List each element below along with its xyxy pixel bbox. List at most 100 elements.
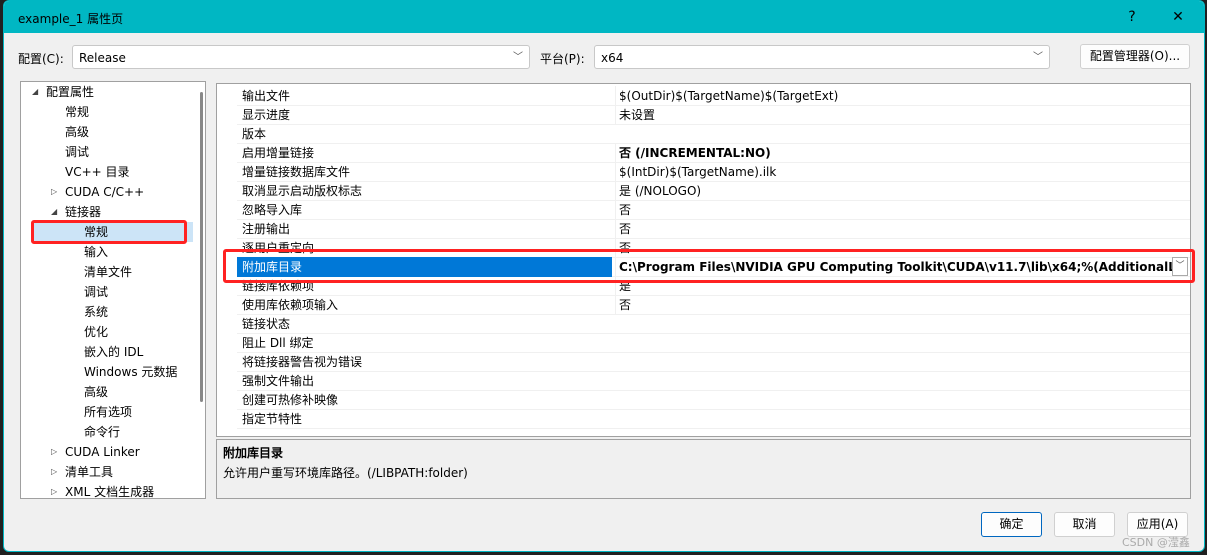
tree-item[interactable]: ◢ 配置属性 [21,82,193,102]
property-value: 是 (/NOLOGO) [615,181,1190,201]
tree-item-label: 高级 [65,125,90,139]
ok-button[interactable]: 确定 [981,512,1042,537]
tree-item-label: 配置属性 [46,85,95,99]
tree-item[interactable]: 调试 [21,142,193,162]
description-text: 允许用户重写环境库路径。(/LIBPATH:folder) [223,466,468,480]
tree-item[interactable]: 所有选项 [21,402,193,422]
tree-item[interactable]: 清单文件 [21,262,193,282]
tree-item[interactable]: 命令行 [21,422,193,442]
property-row[interactable]: 增量链接数据库文件 $(IntDir)$(TargetName).ilk [237,162,1190,182]
property-value: 否 [615,200,1190,220]
property-name: 增量链接数据库文件 [242,165,351,179]
property-name: 指定节特性 [242,412,303,426]
tree-item[interactable]: 输入 [21,242,193,262]
collapsed-arrow-icon[interactable]: ▷ [51,442,57,462]
tree-item-label: CUDA Linker [65,445,140,459]
tree-item[interactable]: ▷ CUDA C/C++ [21,182,193,202]
property-row[interactable]: 显示进度 未设置 [237,105,1190,125]
tree-item[interactable]: 系统 [21,302,193,322]
chevron-down-icon: ﹀ [1033,52,1043,63]
property-name: 启用增量链接 [242,146,315,160]
property-name: 使用库依赖项输入 [242,298,339,312]
tree-item[interactable]: 高级 [21,382,193,402]
tree-item[interactable]: 常规 [21,102,193,122]
property-name: 取消显示启动版权标志 [242,184,363,198]
config-manager-button[interactable]: 配置管理器(O)... [1080,44,1190,69]
property-value: $(OutDir)$(TargetName)$(TargetExt) [615,86,1190,106]
property-row[interactable]: 使用库依赖项输入 否 [237,295,1190,315]
tree-scrollbar[interactable] [200,92,203,402]
property-value: 未设置 [615,105,1190,125]
description-title: 附加库目录 [223,446,284,460]
property-row[interactable]: 强制文件输出 [237,371,1190,391]
property-row[interactable]: 启用增量链接 否 (/INCREMENTAL:NO) [237,143,1190,163]
help-button[interactable]: ? [1110,1,1154,33]
tree-item-label: 调试 [65,145,90,159]
tree-item-label: 调试 [84,285,109,299]
config-label: 配置(C): [18,52,64,66]
property-row[interactable]: 阻止 Dll 绑定 [237,333,1190,353]
tree-item-label: 命令行 [84,425,121,439]
tree-item[interactable]: VC++ 目录 [21,162,193,182]
expanded-arrow-icon[interactable]: ◢ [32,82,38,102]
watermark: CSDN @滢鑫 [1122,536,1190,549]
tree-item[interactable]: ▷ CUDA Linker [21,442,193,462]
tree-item-label: 优化 [84,325,109,339]
property-row[interactable]: 版本 [237,124,1190,144]
expanded-arrow-icon[interactable]: ◢ [51,202,57,222]
property-value: 否 [615,219,1190,239]
property-row[interactable]: 输出文件 $(OutDir)$(TargetName)$(TargetExt) [237,86,1190,106]
tree-item-label: XML 文档生成器 [65,485,155,499]
tree-item[interactable]: Windows 元数据 [21,362,193,382]
tree-item-label: 系统 [84,305,109,319]
property-row[interactable]: 取消显示启动版权标志 是 (/NOLOGO) [237,181,1190,201]
property-row[interactable]: 忽略导入库 否 [237,200,1190,220]
highlight-box [223,249,1195,283]
tree-item[interactable]: ▷ XML 文档生成器 [21,482,193,499]
property-name: 将链接器警告视为错误 [242,355,363,369]
tree-item[interactable]: ◢ 链接器 [21,202,193,222]
tree-item-label: 所有选项 [84,405,133,419]
tree-item[interactable]: 调试 [21,282,193,302]
collapsed-arrow-icon[interactable]: ▷ [51,482,57,498]
window-title: example_1 属性页 [18,12,124,26]
property-name: 输出文件 [242,89,291,103]
tree-item-label: Windows 元数据 [84,365,178,379]
platform-dropdown[interactable]: x64 ﹀ [594,45,1050,69]
property-row[interactable]: 指定节特性 [237,409,1190,429]
property-row[interactable]: 将链接器警告视为错误 [237,352,1190,372]
property-value: $(IntDir)$(TargetName).ilk [615,162,1190,182]
tree-item-label: VC++ 目录 [65,165,130,179]
property-value: 否 [615,295,1190,315]
tree-item[interactable]: 优化 [21,322,193,342]
property-name: 创建可热修补映像 [242,393,339,407]
chevron-down-icon: ﹀ [513,52,523,63]
tree-item-label: 常规 [65,105,90,119]
description-panel: 附加库目录 允许用户重写环境库路径。(/LIBPATH:folder) [216,439,1191,499]
property-name: 注册输出 [242,222,291,236]
property-row[interactable]: 创建可热修补映像 [237,390,1190,410]
close-icon[interactable]: ✕ [1156,1,1200,33]
tree-item[interactable]: 嵌入的 IDL [21,342,193,362]
property-row[interactable]: 链接状态 [237,314,1190,334]
tree-item-label: CUDA C/C++ [65,185,145,199]
tree-item-label: 嵌入的 IDL [84,345,144,359]
cancel-button[interactable]: 取消 [1054,512,1115,537]
tree-item-label: 链接器 [65,205,102,219]
property-name: 版本 [242,127,267,141]
property-name: 忽略导入库 [242,203,303,217]
property-name: 阻止 Dll 绑定 [242,336,314,350]
property-row[interactable]: 注册输出 否 [237,219,1190,239]
tree-item-label: 清单工具 [65,465,114,479]
config-dropdown[interactable]: Release ﹀ [72,45,530,69]
tree-item[interactable]: ▷ 清单工具 [21,462,193,482]
highlight-box [31,220,187,244]
platform-label: 平台(P): [540,52,585,66]
collapsed-arrow-icon[interactable]: ▷ [51,182,57,202]
collapsed-arrow-icon[interactable]: ▷ [51,462,57,482]
property-value: 否 (/INCREMENTAL:NO) [615,143,1190,163]
property-name: 强制文件输出 [242,374,315,388]
property-tree: ◢ 配置属性 常规 高级 调试 VC++ 目录 ▷ CUDA C/C++ ◢ 链接器 常规 输入 清单文… [20,81,206,499]
property-name: 链接状态 [242,317,291,331]
tree-item[interactable]: 高级 [21,122,193,142]
